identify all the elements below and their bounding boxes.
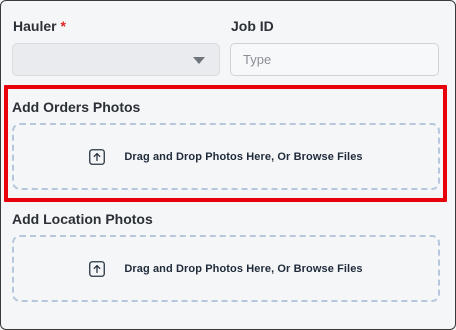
job-id-label: Job ID xyxy=(231,18,274,34)
required-marker: * xyxy=(60,18,66,34)
hauler-select[interactable] xyxy=(12,43,220,76)
upload-icon xyxy=(89,260,106,277)
photo-upload-form: Hauler * Job ID Add Orders Photos Drag a… xyxy=(0,0,456,330)
hauler-label-text: Hauler xyxy=(13,18,57,34)
orders-dropzone-text: Drag and Drop Photos Here, Or Browse Fil… xyxy=(124,150,363,163)
orders-photos-dropzone[interactable]: Drag and Drop Photos Here, Or Browse Fil… xyxy=(12,123,440,190)
job-id-input[interactable] xyxy=(230,43,439,76)
chevron-down-icon xyxy=(193,57,205,64)
location-photos-dropzone[interactable]: Drag and Drop Photos Here, Or Browse Fil… xyxy=(12,235,440,302)
orders-photos-label: Add Orders Photos xyxy=(12,99,141,115)
upload-icon xyxy=(89,148,106,165)
hauler-label: Hauler * xyxy=(13,18,66,34)
location-dropzone-text: Drag and Drop Photos Here, Or Browse Fil… xyxy=(124,262,363,275)
location-photos-label: Add Location Photos xyxy=(12,211,153,227)
